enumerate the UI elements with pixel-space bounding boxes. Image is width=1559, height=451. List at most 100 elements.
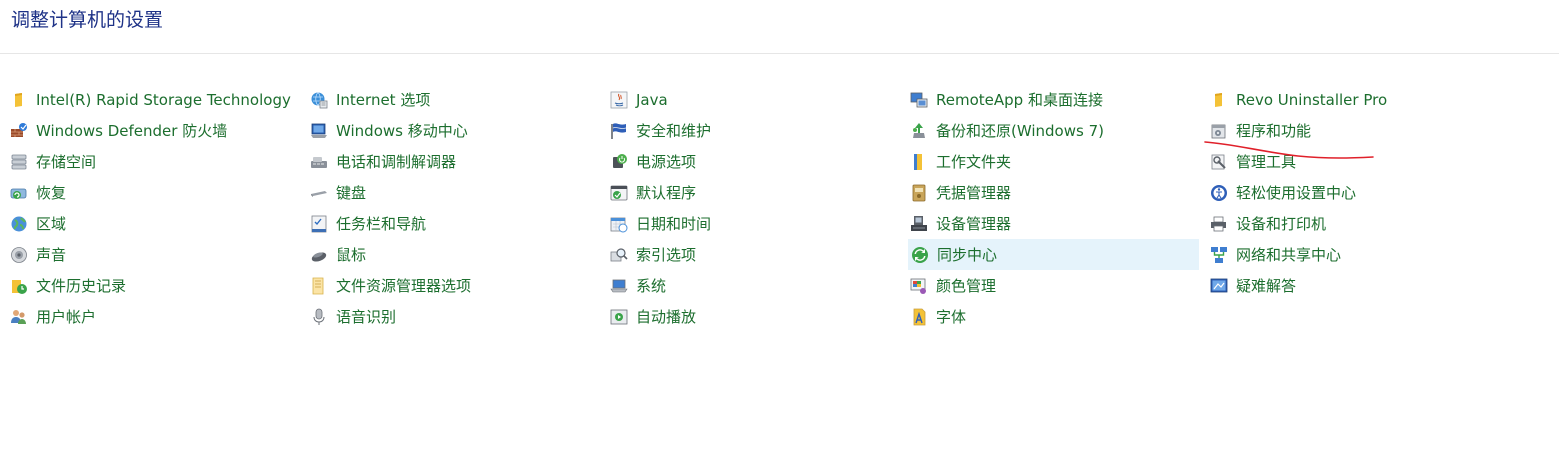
color-management-icon [910,277,928,295]
control-panel-item[interactable]: 工作文件夹 [900,146,1199,177]
control-panel-item[interactable]: Internet 选项 [300,84,599,115]
control-panel-item-label: 颜色管理 [936,277,997,295]
control-panel-item[interactable]: 存储空间 [0,146,299,177]
control-panel-item-label: 设备和打印机 [1236,215,1327,233]
control-panel-item-label: 凭据管理器 [936,184,1012,202]
control-panel-item[interactable]: 默认程序 [600,177,899,208]
control-panel-item-label: 语音识别 [336,308,397,326]
control-panel-item-label: 日期和时间 [636,215,712,233]
control-panel-item[interactable]: Intel(R) Rapid Storage Technology [0,84,299,115]
control-panel-item[interactable]: 语音识别 [300,301,599,332]
java-icon [610,91,628,109]
control-panel-item-label: 备份和还原(Windows 7) [936,122,1104,140]
control-panel-item[interactable]: 安全和维护 [600,115,899,146]
control-panel-item-label: 文件资源管理器选项 [336,277,472,295]
control-panel-item[interactable]: 索引选项 [600,239,899,270]
control-panel-item-label: Revo Uninstaller Pro [1236,90,1388,109]
control-panel-item[interactable]: 备份和还原(Windows 7) [900,115,1199,146]
control-panel-item[interactable]: 文件历史记录 [0,270,299,301]
sync-center-icon [911,246,929,264]
control-panel-item-label: 同步中心 [937,246,998,264]
control-panel-item[interactable]: Windows Defender 防火墙 [0,115,299,146]
control-panel-item-label: 存储空间 [36,153,97,171]
power-options-icon [610,153,628,171]
control-panel-item[interactable]: RemoteApp 和桌面连接 [900,84,1199,115]
folder-icon [1210,91,1228,109]
recovery-icon [10,184,28,202]
storage-spaces-icon [10,153,28,171]
control-panel-item[interactable]: Java [600,84,899,115]
control-panel-item-label: 索引选项 [636,246,697,264]
fonts-icon [910,308,928,326]
folder-options-icon [310,277,328,295]
control-panel-item-label: 系统 [636,277,667,295]
control-panel-item-label: 自动播放 [636,308,697,326]
microphone-icon [310,308,328,326]
control-panel-item[interactable]: 字体 [900,301,1199,332]
control-panel-item[interactable]: 设备管理器 [900,208,1199,239]
control-panel-item-label: Intel(R) Rapid Storage Technology [36,90,291,109]
control-panel-item[interactable]: 系统 [600,270,899,301]
mouse-icon [310,246,328,264]
control-panel-item-label: 电话和调制解调器 [336,153,457,171]
control-panel-item-label: 疑难解答 [1236,277,1297,295]
system-laptop-icon [610,277,628,295]
control-panel-item[interactable]: 程序和功能 [1200,115,1499,146]
page-title: 调整计算机的设置 [11,9,164,31]
control-panel-item[interactable]: 疑难解答 [1200,270,1499,301]
control-panel-item[interactable]: 电话和调制解调器 [300,146,599,177]
indexing-icon [610,246,628,264]
programs-features-icon [1210,122,1228,140]
backup-restore-icon [910,122,928,140]
control-panel-item-label: 安全和维护 [636,122,712,140]
control-panel-item-label: 鼠标 [336,246,367,264]
phone-modem-icon [310,153,328,171]
ease-of-access-icon [1210,184,1228,202]
control-panel-item[interactable]: 管理工具 [1200,146,1499,177]
control-panel-item[interactable]: 网络和共享中心 [1200,239,1499,270]
internet-options-icon [310,91,328,109]
control-panel-item[interactable]: 鼠标 [300,239,599,270]
control-panel-item[interactable]: Revo Uninstaller Pro [1200,84,1499,115]
control-panel-item[interactable]: 日期和时间 [600,208,899,239]
calendar-clock-icon [610,215,628,233]
default-programs-icon [610,184,628,202]
region-globe-icon [10,215,28,233]
control-panel-item-label: 恢复 [36,184,67,202]
autoplay-icon [610,308,628,326]
speaker-icon [10,246,28,264]
control-panel-item[interactable]: 电源选项 [600,146,899,177]
taskbar-icon [310,215,328,233]
credential-manager-icon [910,184,928,202]
control-panel-item[interactable]: 键盘 [300,177,599,208]
control-panel-item-label: Windows Defender 防火墙 [36,122,228,140]
control-panel-item[interactable]: 区域 [0,208,299,239]
control-panel-item-label: 工作文件夹 [936,153,1012,171]
troubleshooting-icon [1210,277,1228,295]
folder-icon [10,91,28,109]
control-panel-item[interactable]: 用户帐户 [0,301,299,332]
control-panel-item[interactable]: 颜色管理 [900,270,1199,301]
control-panel-item-label: Windows 移动中心 [336,122,468,140]
control-panel-item[interactable]: 设备和打印机 [1200,208,1499,239]
control-panel-item[interactable]: 任务栏和导航 [300,208,599,239]
control-panel-item-label: 键盘 [336,184,367,202]
control-panel-item[interactable]: 文件资源管理器选项 [300,270,599,301]
control-panel-item[interactable]: 同步中心 [908,239,1199,270]
control-panel-item-label: 字体 [936,308,967,326]
control-panel-item[interactable]: 轻松使用设置中心 [1200,177,1499,208]
security-flag-icon [610,122,628,140]
control-panel-item-label: RemoteApp 和桌面连接 [936,91,1103,109]
control-panel-item[interactable]: 自动播放 [600,301,899,332]
control-panel-item[interactable]: 声音 [0,239,299,270]
control-panel-item[interactable]: Windows 移动中心 [300,115,599,146]
user-accounts-icon [10,308,28,326]
control-panel-item-label: 网络和共享中心 [1236,246,1342,264]
control-panel-item-label: 管理工具 [1236,153,1297,171]
device-manager-icon [910,215,928,233]
control-panel-item[interactable]: 凭据管理器 [900,177,1199,208]
title-divider [0,53,1559,54]
control-panel-item-label: 文件历史记录 [36,277,127,295]
control-panel-item-label: 区域 [36,215,67,233]
control-panel-item[interactable]: 恢复 [0,177,299,208]
